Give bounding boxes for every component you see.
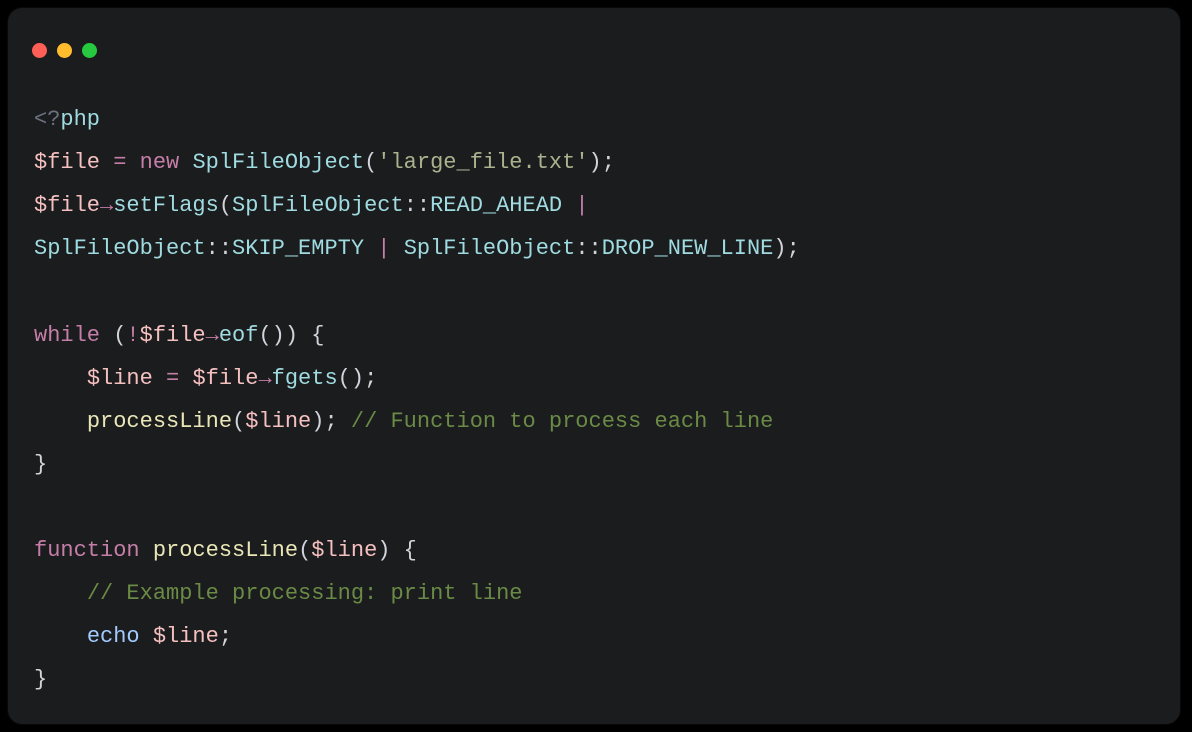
code-token: $file xyxy=(34,193,100,218)
code-token: ( xyxy=(219,193,232,218)
code-token: :: xyxy=(206,236,232,261)
code-line: } xyxy=(34,667,47,692)
code-token: $file xyxy=(192,366,258,391)
code-line: processLine($line); // Function to proce… xyxy=(34,409,773,434)
close-icon[interactable] xyxy=(32,43,47,58)
code-line: <?php xyxy=(34,107,100,132)
code-line: SplFileObject::SKIP_EMPTY | SplFileObjec… xyxy=(34,236,800,261)
code-line xyxy=(34,279,47,304)
code-line: $file = new SplFileObject('large_file.tx… xyxy=(34,150,615,175)
code-token: SplFileObject xyxy=(404,236,576,261)
code-line: function processLine($line) { xyxy=(34,538,417,563)
code-token: ( xyxy=(100,323,126,348)
code-token: php xyxy=(60,107,100,132)
code-line: echo $line; xyxy=(34,624,232,649)
code-token: setFlags xyxy=(113,193,219,218)
code-token: 'large_file.txt' xyxy=(377,150,588,175)
code-token: fgets xyxy=(272,366,338,391)
code-token: = xyxy=(166,366,179,391)
code-token xyxy=(140,624,153,649)
code-token: SplFileObject xyxy=(192,150,364,175)
code-token: // Function to process each line xyxy=(351,409,773,434)
code-line: // Example processing: print line xyxy=(34,581,522,606)
code-token: ) { xyxy=(377,538,417,563)
code-token xyxy=(34,581,87,606)
code-token: $file xyxy=(34,150,100,175)
code-line: } xyxy=(34,452,47,477)
code-token xyxy=(34,366,87,391)
code-token xyxy=(562,193,575,218)
code-token xyxy=(589,193,602,218)
code-token xyxy=(100,150,113,175)
code-token xyxy=(390,236,403,261)
code-token xyxy=(34,624,87,649)
code-token: processLine xyxy=(153,538,298,563)
code-token: → xyxy=(258,366,271,391)
code-token xyxy=(34,279,47,304)
code-token: $line xyxy=(311,538,377,563)
code-token xyxy=(34,495,47,520)
code-token: → xyxy=(100,193,113,218)
code-token: READ_AHEAD xyxy=(430,193,562,218)
code-token xyxy=(140,538,153,563)
code-token: ); xyxy=(773,236,799,261)
code-line: $file→setFlags(SplFileObject::READ_AHEAD… xyxy=(34,193,602,218)
code-token: ()) { xyxy=(258,323,324,348)
code-token xyxy=(34,409,87,434)
code-token: SplFileObject xyxy=(232,193,404,218)
code-line xyxy=(34,495,47,520)
code-window: <?php $file = new SplFileObject('large_f… xyxy=(8,8,1180,724)
code-token: $line xyxy=(245,409,311,434)
titlebar xyxy=(8,8,1180,70)
minimize-icon[interactable] xyxy=(57,43,72,58)
code-token: // Example processing: print line xyxy=(87,581,523,606)
code-token: :: xyxy=(575,236,601,261)
code-token xyxy=(179,366,192,391)
code-token: $line xyxy=(153,624,219,649)
code-token: :: xyxy=(404,193,430,218)
code-token xyxy=(179,150,192,175)
code-token xyxy=(153,366,166,391)
code-token: DROP_NEW_LINE xyxy=(602,236,774,261)
code-token: ; xyxy=(219,624,232,649)
code-token: = xyxy=(113,150,126,175)
code-token: ( xyxy=(298,538,311,563)
code-token xyxy=(126,150,139,175)
code-token: ); xyxy=(589,150,615,175)
code-token: $line xyxy=(87,366,153,391)
code-token: | xyxy=(377,236,390,261)
code-token: processLine xyxy=(87,409,232,434)
code-token: <? xyxy=(34,107,60,132)
code-token: while xyxy=(34,323,100,348)
code-token: → xyxy=(206,323,219,348)
code-line: $line = $file→fgets(); xyxy=(34,366,377,391)
code-token: ( xyxy=(232,409,245,434)
code-token: ); xyxy=(311,409,351,434)
code-token: $file xyxy=(140,323,206,348)
code-token: echo xyxy=(87,624,140,649)
code-token: } xyxy=(34,452,47,477)
code-token: ! xyxy=(126,323,139,348)
code-token xyxy=(364,236,377,261)
zoom-icon[interactable] xyxy=(82,43,97,58)
code-token: function xyxy=(34,538,140,563)
code-token: SKIP_EMPTY xyxy=(232,236,364,261)
code-token: new xyxy=(140,150,180,175)
code-token: | xyxy=(575,193,588,218)
code-token: SplFileObject xyxy=(34,236,206,261)
code-token: ( xyxy=(364,150,377,175)
code-token: } xyxy=(34,667,47,692)
code-token: (); xyxy=(338,366,378,391)
code-line: while (!$file→eof()) { xyxy=(34,323,324,348)
code-block: <?php $file = new SplFileObject('large_f… xyxy=(8,70,1180,702)
code-token: eof xyxy=(219,323,259,348)
